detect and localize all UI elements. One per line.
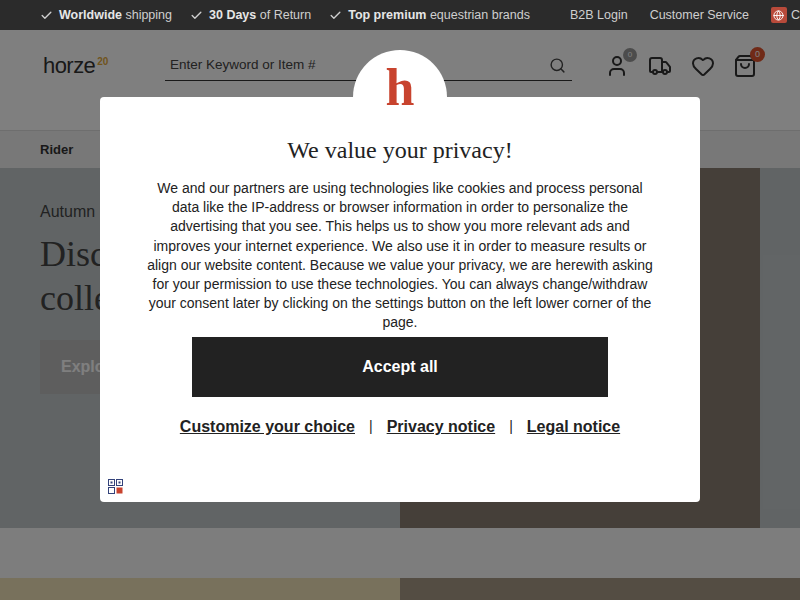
page: Worldwide shipping 30 Days of Return Top p… bbox=[0, 0, 800, 600]
check-icon bbox=[40, 9, 53, 22]
consent-dialog: hWe value your privacy!We and our partne… bbox=[100, 97, 700, 502]
consent-body: We and our partners are using technologi… bbox=[100, 179, 700, 333]
usp-item: Worldwide shipping bbox=[40, 6, 172, 25]
usp-item: 30 Days of Return bbox=[190, 6, 311, 25]
top-link[interactable]: Customer Service bbox=[650, 6, 749, 25]
consent-link[interactable]: Legal notice bbox=[527, 415, 620, 439]
link-separator: | bbox=[369, 416, 373, 437]
top-bar: Worldwide shipping 30 Days of Return Top p… bbox=[0, 0, 800, 30]
link-separator: | bbox=[509, 416, 513, 437]
consent-link[interactable]: Customize your choice bbox=[180, 415, 355, 439]
accept-all-button[interactable]: Accept all bbox=[192, 337, 608, 397]
brand-logo: h bbox=[353, 50, 447, 144]
check-icon bbox=[329, 9, 342, 22]
cookie-settings-icon[interactable] bbox=[108, 479, 123, 494]
consent-links: Customize your choice | Privacy notice | Leg… bbox=[180, 415, 620, 439]
usp-item: Top premium equestrian brands bbox=[329, 6, 530, 25]
consent-link[interactable]: Privacy notice bbox=[387, 415, 496, 439]
check-icon bbox=[190, 9, 203, 22]
globe-icon bbox=[773, 10, 784, 21]
language-selector[interactable]: C bbox=[771, 6, 800, 25]
top-link[interactable]: B2B Login bbox=[570, 6, 628, 25]
